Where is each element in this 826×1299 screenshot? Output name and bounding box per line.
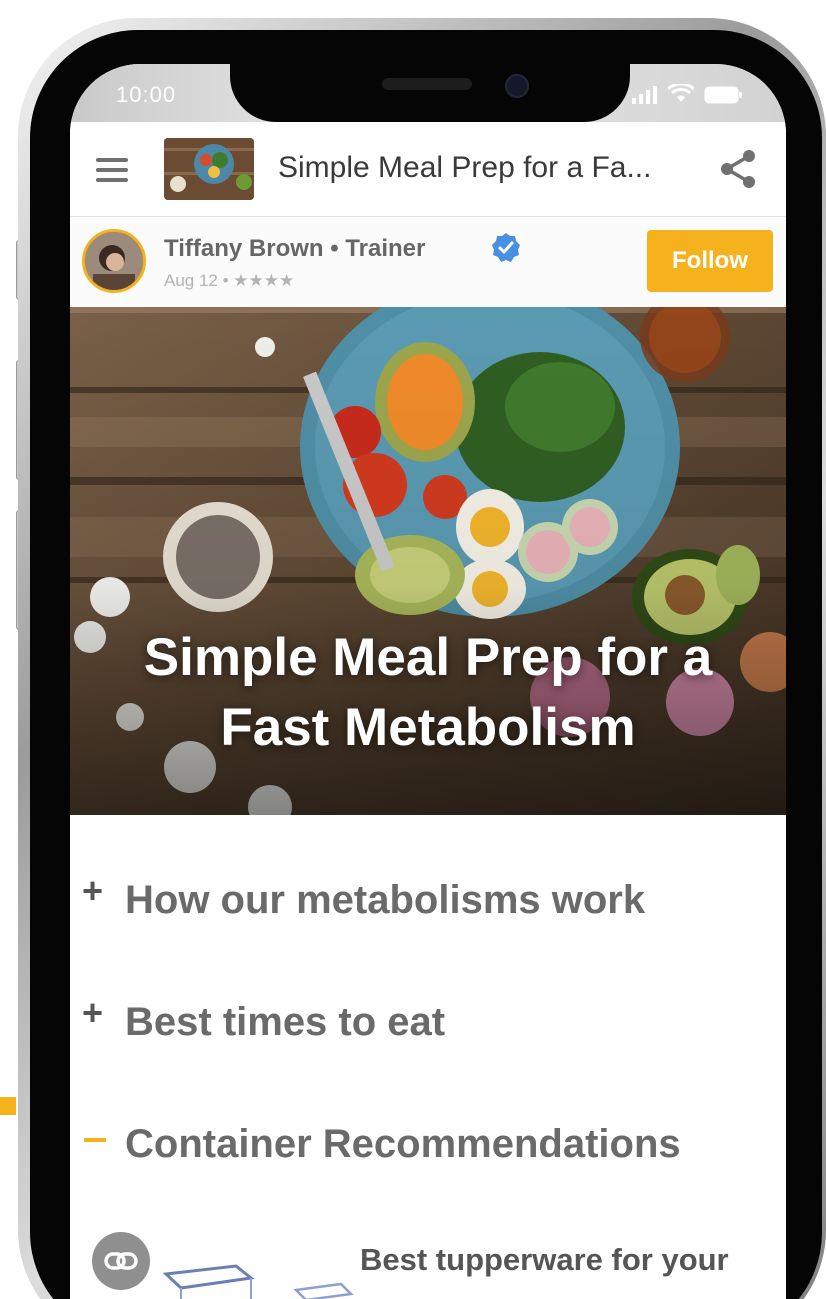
section-best-times[interactable]: + Best times to eat bbox=[70, 986, 786, 1066]
section-title[interactable]: How our metabolisms work bbox=[125, 878, 645, 923]
signal-icon bbox=[632, 86, 657, 104]
app-header: Simple Meal Prep for a Fa... bbox=[70, 122, 786, 217]
hero-title-line-1: Simple Meal Prep for a bbox=[143, 628, 713, 687]
tupperware-image[interactable] bbox=[156, 1244, 356, 1299]
header-title: Simple Meal Prep for a Fa... bbox=[278, 151, 652, 184]
verified-badge-icon bbox=[492, 233, 520, 262]
section-metabolism[interactable]: + How our metabolisms work bbox=[70, 864, 786, 944]
hamburger-menu-icon[interactable] bbox=[96, 158, 128, 182]
article-thumbnail[interactable] bbox=[164, 138, 254, 200]
camera bbox=[505, 74, 529, 98]
author-row: Tiffany Brown • Trainer Aug 12 • ★★★★ Fo… bbox=[70, 217, 786, 307]
expand-plus-icon[interactable]: + bbox=[82, 870, 103, 912]
follow-button[interactable]: Follow bbox=[647, 230, 773, 292]
phone-notch bbox=[230, 64, 630, 122]
author-avatar[interactable] bbox=[82, 229, 146, 293]
author-name[interactable]: Tiffany Brown • Trainer bbox=[164, 235, 425, 263]
collapse-minus-icon[interactable] bbox=[84, 1138, 106, 1142]
speaker bbox=[382, 78, 472, 90]
status-time: 10:00 bbox=[116, 82, 177, 107]
phone-screen: 10:00 Simple Meal Prep for a Fa... Tiffa… bbox=[70, 64, 786, 1299]
section-title[interactable]: Best times to eat bbox=[125, 1000, 445, 1045]
expand-plus-icon[interactable]: + bbox=[82, 992, 103, 1034]
status-icons bbox=[632, 84, 744, 104]
orange-accent-mark bbox=[0, 1097, 16, 1115]
app-screenshot: 10:00 Simple Meal Prep for a Fa... Tiffa… bbox=[0, 0, 826, 1299]
link-icon[interactable] bbox=[92, 1232, 150, 1290]
hero-image: Simple Meal Prep for a Fast Metabolism bbox=[70, 307, 786, 815]
author-meta: Aug 12 • ★★★★ bbox=[164, 271, 295, 290]
hero-title-line-2: Fast Metabolism bbox=[220, 698, 636, 757]
share-icon[interactable] bbox=[718, 148, 758, 190]
section-title[interactable]: Container Recommendations bbox=[125, 1122, 681, 1167]
wifi-icon bbox=[668, 84, 694, 102]
hero-title: Simple Meal Prep for a Fast Metabolism bbox=[70, 623, 786, 763]
recommendation-text[interactable]: Best tupperware for your bbox=[360, 1242, 729, 1278]
section-container-recommendations[interactable]: Container Recommendations bbox=[70, 1108, 786, 1188]
battery-icon bbox=[704, 86, 742, 104]
